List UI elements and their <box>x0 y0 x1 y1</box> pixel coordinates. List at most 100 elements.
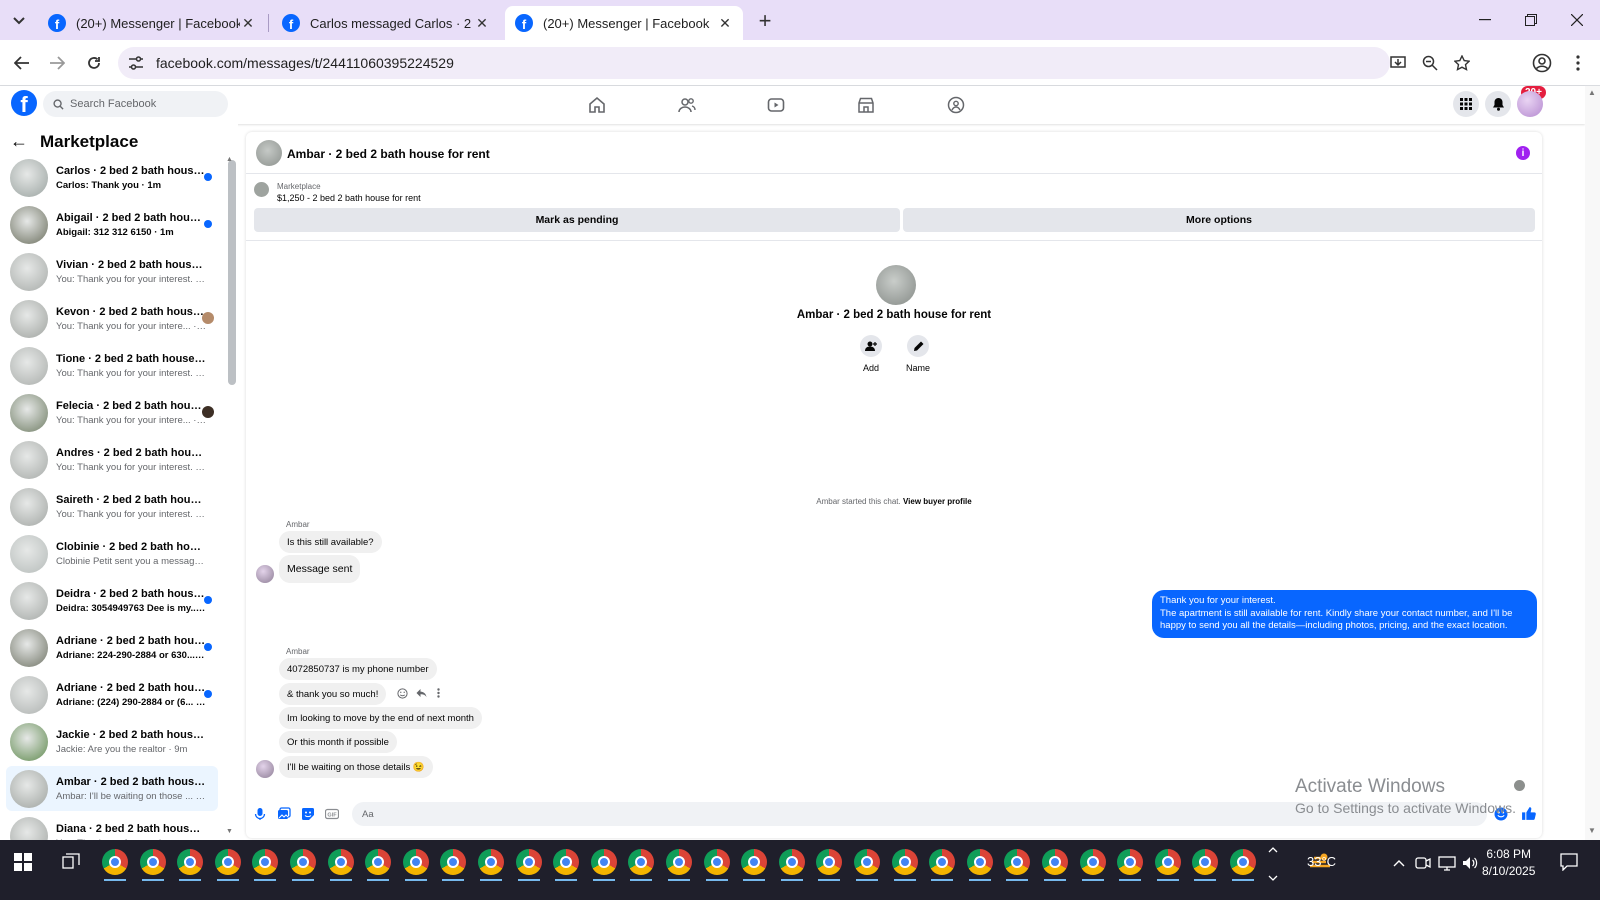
conversation-item[interactable]: Andres · 2 bed 2 bath house fo... You: Th… <box>6 437 218 482</box>
taskbar-scroll-arrows-icon[interactable] <box>1268 844 1278 884</box>
chrome-taskbar-icon[interactable] <box>891 849 918 875</box>
conversation-item[interactable]: Jackie · 2 bed 2 bath house for ... Jacki… <box>6 719 218 764</box>
incoming-message[interactable]: 4072850737 is my phone number <box>279 658 437 680</box>
facebook-search-input[interactable]: Search Facebook <box>43 91 228 117</box>
chrome-taskbar-icon[interactable] <box>440 849 467 875</box>
zoom-icon[interactable] <box>1422 55 1438 71</box>
close-tab-icon[interactable]: ✕ <box>474 15 490 31</box>
chrome-taskbar-icon[interactable] <box>778 849 805 875</box>
incoming-message[interactable]: & thank you so much! <box>279 683 387 705</box>
edit-name-action[interactable]: Name <box>898 335 938 373</box>
chrome-taskbar-icon[interactable] <box>816 849 843 875</box>
browser-menu-icon[interactable] <box>1576 55 1580 71</box>
incoming-message[interactable]: I'll be waiting on those details 😉 <box>279 756 433 778</box>
nav-friends-button[interactable] <box>676 94 698 116</box>
gif-icon[interactable]: GIF <box>325 807 339 821</box>
windows-start-icon[interactable] <box>14 853 32 871</box>
chrome-taskbar-icon[interactable] <box>252 849 279 875</box>
chrome-taskbar-icon[interactable] <box>1230 849 1256 875</box>
conversation-title[interactable]: Ambar · 2 bed 2 bath house for rent <box>287 147 490 161</box>
outgoing-message[interactable]: Thank you for your interest. The apartme… <box>1152 590 1537 638</box>
meet-now-icon[interactable] <box>1415 855 1431 871</box>
system-clock[interactable]: 6:08 PM 8/10/2025 <box>1482 846 1535 880</box>
conversation-item[interactable]: Carlos · 2 bed 2 bath house f... Carlos: … <box>6 155 218 200</box>
install-app-icon[interactable] <box>1390 55 1406 71</box>
chrome-taskbar-icon[interactable] <box>628 849 655 875</box>
sender-avatar[interactable] <box>256 760 274 778</box>
nav-video-button[interactable] <box>765 94 787 116</box>
scroll-up-arrow-icon[interactable]: ▲ <box>226 156 233 163</box>
chrome-taskbar-icon[interactable] <box>478 849 504 875</box>
listing-info[interactable]: Marketplace $1,250 - 2 bed 2 bath house … <box>254 182 421 203</box>
chrome-taskbar-icon[interactable] <box>1004 849 1031 875</box>
photo-icon[interactable] <box>277 807 291 821</box>
conversation-item[interactable]: Diana · 2 bed 2 bath house for ...You: T… <box>6 813 218 840</box>
thumbs-up-icon[interactable] <box>1521 806 1536 821</box>
mark-as-pending-button[interactable]: Mark as pending <box>254 208 900 232</box>
info-icon[interactable]: i <box>1516 146 1530 160</box>
minimize-button[interactable] <box>1462 0 1508 40</box>
chrome-taskbar-icon[interactable] <box>290 849 316 875</box>
volume-icon[interactable] <box>1462 855 1478 871</box>
chrome-taskbar-icon[interactable] <box>553 849 580 875</box>
back-button[interactable] <box>8 49 36 77</box>
browser-tab-2[interactable]: f Carlos messaged Carlos · 2 bed ✕ <box>272 6 500 40</box>
chrome-taskbar-icon[interactable] <box>703 849 730 875</box>
scroll-down-arrow-icon[interactable]: ▼ <box>226 828 233 835</box>
nav-groups-button[interactable] <box>945 94 967 116</box>
incoming-message[interactable]: Is this still available? <box>279 531 382 553</box>
add-people-action[interactable]: Add <box>851 335 891 373</box>
chrome-taskbar-icon[interactable] <box>139 849 166 875</box>
nav-home-button[interactable] <box>586 94 608 116</box>
incoming-message[interactable]: Or this month if possible <box>279 731 397 753</box>
sticker-icon[interactable] <box>301 807 315 821</box>
tab-list-dropdown[interactable] <box>6 8 32 34</box>
chrome-taskbar-icon[interactable] <box>1154 849 1181 875</box>
site-settings-icon[interactable] <box>128 56 144 70</box>
incoming-message[interactable]: Message sent <box>279 555 361 583</box>
notifications-button[interactable] <box>1485 91 1511 117</box>
chrome-taskbar-icon[interactable] <box>177 849 204 875</box>
forward-button[interactable] <box>43 49 71 77</box>
conversation-item[interactable]: Tione · 2 bed 2 bath house for ... You: T… <box>6 343 218 388</box>
chrome-taskbar-icon[interactable] <box>515 849 542 875</box>
chrome-taskbar-icon[interactable] <box>854 849 880 875</box>
microphone-icon[interactable] <box>253 807 267 821</box>
view-buyer-profile-link[interactable]: View buyer profile <box>903 497 972 506</box>
chrome-taskbar-icon[interactable] <box>966 849 993 875</box>
restore-button[interactable] <box>1508 0 1554 40</box>
react-emoji-icon[interactable] <box>397 688 408 699</box>
close-tab-icon[interactable]: ✕ <box>717 15 733 31</box>
new-tab-button[interactable]: + <box>752 8 778 34</box>
reload-button[interactable] <box>80 49 108 77</box>
conversation-item[interactable]: Saireth · 2 bed 2 bath house fo... You: T… <box>6 484 218 529</box>
page-scrollbar[interactable]: ▲ ▼ <box>1585 86 1600 840</box>
notification-center-icon[interactable] <box>1560 853 1578 871</box>
browser-tab-1[interactable]: f (20+) Messenger | Facebook ✕ <box>38 6 266 40</box>
bookmark-star-icon[interactable] <box>1454 55 1470 71</box>
chrome-taskbar-icon[interactable] <box>365 849 392 875</box>
close-window-button[interactable] <box>1554 0 1600 40</box>
temperature[interactable]: 33°C <box>1307 854 1336 869</box>
chrome-taskbar-icon[interactable] <box>741 849 768 875</box>
scroll-up-arrow-icon[interactable]: ▲ <box>1588 88 1596 97</box>
contact-avatar[interactable] <box>256 140 282 166</box>
sidebar-scrollbar[interactable] <box>228 160 236 385</box>
chrome-taskbar-icon[interactable] <box>327 849 354 875</box>
chrome-taskbar-icon[interactable] <box>1079 849 1106 875</box>
incoming-message[interactable]: Im looking to move by the end of next mo… <box>279 707 482 729</box>
conversation-item[interactable]: Deidra · 2 bed 2 bath house f... Deidra: … <box>6 578 218 623</box>
sender-avatar[interactable] <box>256 565 274 583</box>
browser-tab-3-active[interactable]: f (20+) Messenger | Facebook ✕ <box>505 6 743 40</box>
task-view-icon[interactable] <box>62 853 80 871</box>
facebook-logo-icon[interactable]: f <box>11 90 37 116</box>
chrome-taskbar-icon[interactable] <box>1117 849 1144 875</box>
nav-marketplace-button[interactable] <box>855 94 877 116</box>
conversation-item[interactable]: Ambar · 2 bed 2 bath house for... Ambar: … <box>6 766 218 811</box>
chrome-taskbar-icon[interactable] <box>666 849 692 875</box>
conversation-item[interactable]: Felecia · 2 bed 2 bath house ... You: Tha… <box>6 390 218 435</box>
conversation-item[interactable]: Adriane · 2 bed 2 bath house ... Adriane:… <box>6 625 218 670</box>
chrome-taskbar-icon[interactable] <box>1042 849 1068 875</box>
conversation-item[interactable]: Clobinie · 2 bed 2 bath house f... Clobin… <box>6 531 218 576</box>
account-avatar[interactable] <box>1517 91 1543 117</box>
